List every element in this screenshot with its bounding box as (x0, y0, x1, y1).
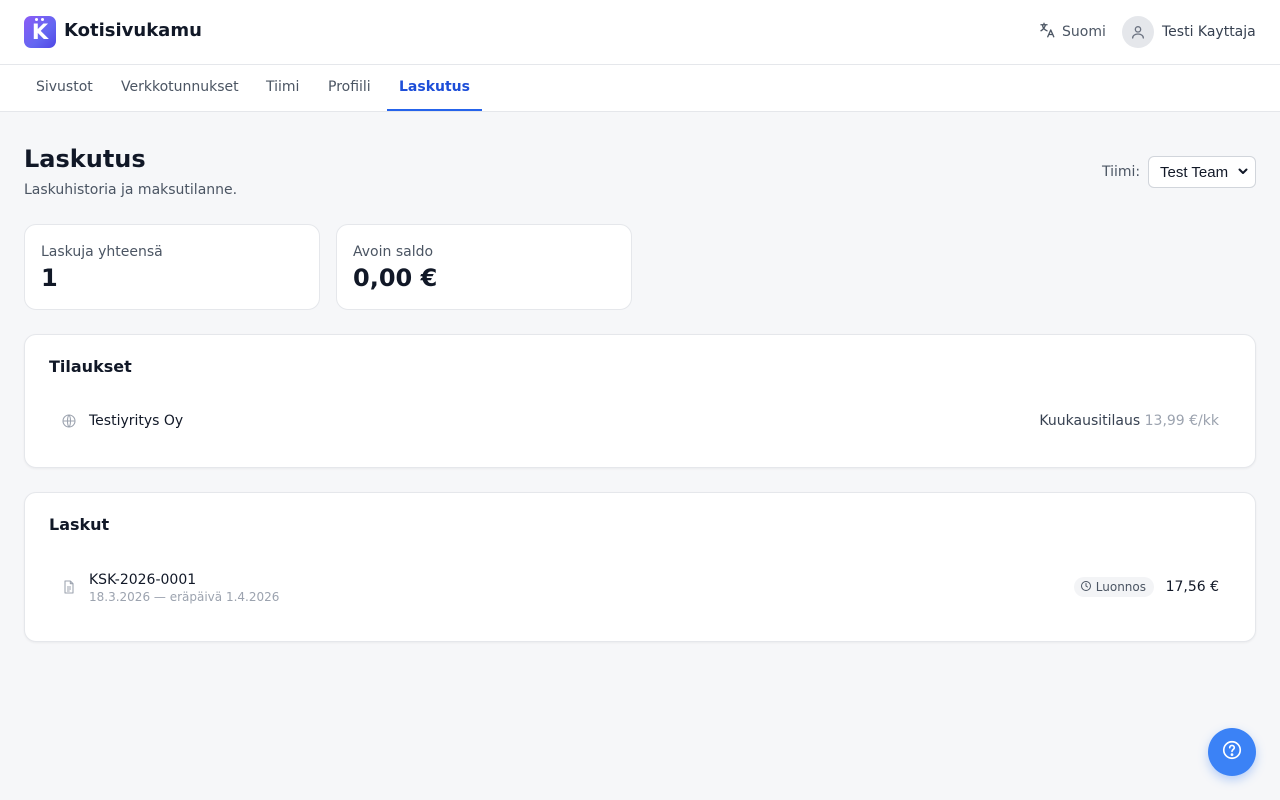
help-circle-icon (1221, 739, 1243, 765)
user-menu[interactable]: Testi Kayttaja (1122, 16, 1256, 48)
page-title: Laskutus (24, 145, 146, 173)
team-select[interactable]: Test Team (1148, 156, 1256, 188)
status-badge: Luonnos (1073, 577, 1154, 597)
globe-icon (61, 413, 77, 429)
logo-icon[interactable]: K (24, 16, 56, 48)
chevron-down-icon (1237, 164, 1255, 181)
top-bar: K Kotisivukamu Suomi Testi Kayttaja (0, 0, 1280, 65)
subscription-name: Testiyritys Oy (89, 413, 184, 429)
language-switcher[interactable]: Suomi (1038, 22, 1106, 42)
invoices-title: Laskut (49, 515, 110, 534)
tab-tiimi[interactable]: Tiimi (254, 65, 311, 111)
invoice-amount: 17,56 € (1165, 579, 1219, 595)
page-subtitle: Laskuhistoria ja maksutilanne. (24, 182, 238, 198)
tab-laskutus[interactable]: Laskutus (387, 65, 482, 111)
subscriptions-card: Tilaukset Testiyritys Oy Kuukausitilaus … (24, 334, 1256, 468)
stat-value: 1 (41, 264, 58, 292)
stat-card-open-balance: Avoin saldo 0,00 € (336, 224, 632, 310)
plan-price: 13,99 €/kk (1144, 413, 1219, 429)
status-label: Luonnos (1095, 580, 1146, 594)
stat-label: Laskuja yhteensä (41, 244, 163, 260)
stat-value: 0,00 € (353, 264, 438, 292)
plan-name: Kuukausitilaus (1039, 413, 1141, 429)
logo-letter: K (31, 20, 49, 44)
clock-icon (1080, 580, 1092, 595)
language-label: Suomi (1062, 24, 1106, 40)
brand-name[interactable]: Kotisivukamu (64, 20, 202, 42)
tab-verkkotunnukset[interactable]: Verkkotunnukset (109, 65, 251, 111)
invoices-card: Laskut KSK-2026-0001 18.3.2026 — eräpäiv… (24, 492, 1256, 642)
team-select-value: Test Team (1160, 163, 1229, 181)
subscriptions-title: Tilaukset (49, 357, 132, 376)
tab-sivustot[interactable]: Sivustot (24, 65, 105, 111)
stat-card-invoice-count: Laskuja yhteensä 1 (24, 224, 320, 310)
user-name: Testi Kayttaja (1162, 24, 1256, 40)
user-icon (1122, 16, 1154, 48)
translate-icon (1038, 21, 1056, 43)
stat-label: Avoin saldo (353, 244, 434, 260)
subscription-plan: Kuukausitilaus 13,99 €/kk (1039, 412, 1219, 430)
team-label: Tiimi: (1102, 164, 1141, 180)
help-button[interactable] (1208, 728, 1256, 776)
invoice-dates: 18.3.2026 — eräpäivä 1.4.2026 (89, 590, 280, 604)
invoice-number: KSK-2026-0001 (89, 572, 197, 588)
nav-tabs: Sivustot Verkkotunnukset Tiimi Profiili … (0, 65, 1280, 112)
document-icon (61, 579, 77, 595)
tab-profiili[interactable]: Profiili (316, 65, 383, 111)
